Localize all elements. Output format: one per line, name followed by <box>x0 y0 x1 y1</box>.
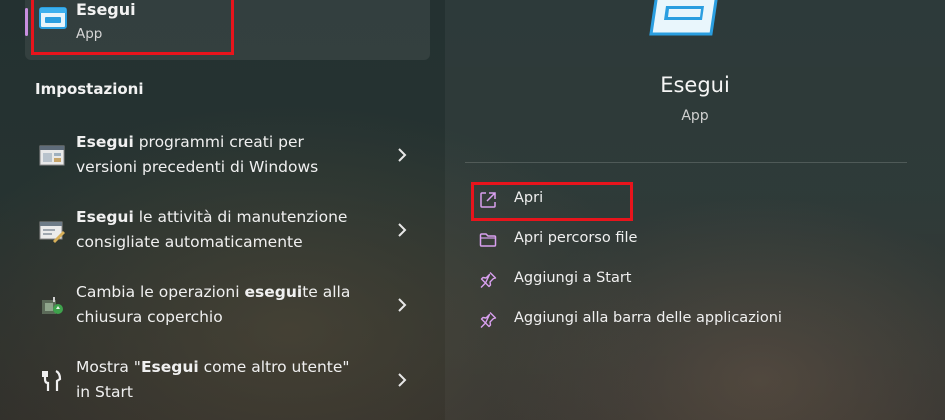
highlight-box-open <box>471 182 633 221</box>
chevron-right-icon <box>398 298 407 312</box>
action-label: Aggiungi alla barra delle applicazioni <box>514 310 782 326</box>
action-pin-to-taskbar[interactable]: Aggiungi alla barra delle applicazioni <box>470 305 870 335</box>
run-as-user-icon <box>42 370 62 391</box>
chevron-right-icon <box>398 373 407 387</box>
pin-icon <box>480 272 497 288</box>
app-subtitle: App <box>681 108 709 124</box>
chevron-right-icon <box>398 148 407 162</box>
compatibility-icon <box>39 145 65 166</box>
highlight-box-best-match <box>31 0 234 55</box>
setting-result-compatibility[interactable]: Esegui programmi creati per versioni pre… <box>25 124 430 188</box>
folder-icon <box>479 233 497 247</box>
maintenance-icon <box>39 221 65 243</box>
action-open-file-location[interactable]: Apri percorso file <box>470 225 870 255</box>
setting-label: Cambia le operazioni eseguite alla chius… <box>76 283 351 326</box>
action-pin-to-start[interactable]: Aggiungi a Start <box>470 265 870 295</box>
setting-label: Mostra "Esegui come altro utente" in Sta… <box>76 358 350 401</box>
setting-result-maintenance[interactable]: Esegui le attività di manutenzione consi… <box>25 199 430 263</box>
setting-label: Esegui le attività di manutenzione consi… <box>76 208 348 251</box>
setting-result-lid-close[interactable]: Cambia le operazioni eseguite alla chius… <box>25 274 430 338</box>
run-app-large-icon <box>649 0 718 36</box>
chevron-right-icon <box>398 223 407 237</box>
action-label: Apri percorso file <box>514 230 638 246</box>
setting-result-run-as-user[interactable]: Mostra "Esegui come altro utente" in Sta… <box>25 349 430 413</box>
pin-icon <box>480 312 497 328</box>
divider <box>465 162 907 163</box>
settings-section-heading: Impostazioni <box>35 80 144 98</box>
search-results-pane: Esegui App Impostazioni Esegui programmi… <box>0 0 445 420</box>
selection-indicator <box>25 8 28 36</box>
action-label: Aggiungi a Start <box>514 270 632 286</box>
power-options-icon <box>42 297 63 314</box>
app-title: Esegui <box>660 73 730 97</box>
setting-label: Esegui programmi creati per versioni pre… <box>76 133 319 176</box>
